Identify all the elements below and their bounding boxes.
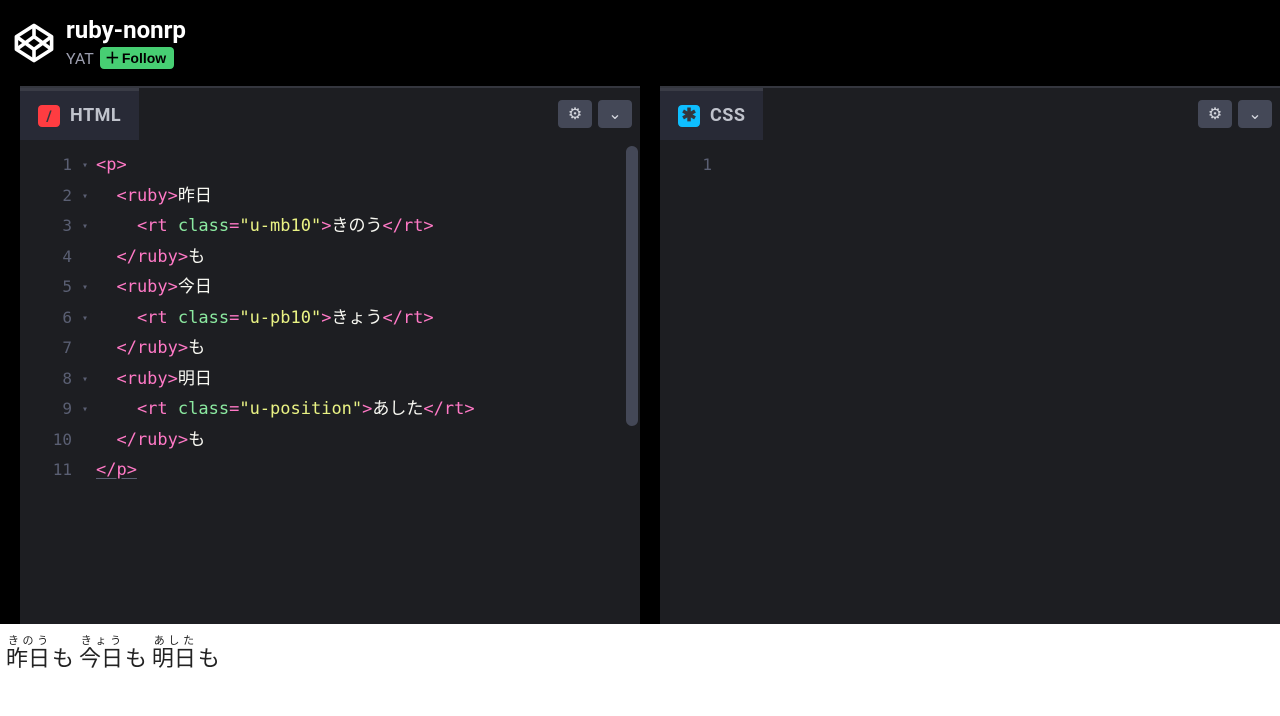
editors-row: / HTML ⚙ ⌄ 1234567891011 <p> <ruby>昨日 <r… xyxy=(0,86,1280,624)
html-editor-header: / HTML ⚙ ⌄ xyxy=(20,88,640,140)
html-gutter: 1234567891011 xyxy=(20,140,80,624)
css-collapse-button[interactable]: ⌄ xyxy=(1238,100,1272,128)
html-code[interactable]: <p> <ruby>昨日 <rt class="u-mb10">きのう</rt>… xyxy=(80,140,640,624)
title-wrap: ruby-nonrp YAT ＋ Follow xyxy=(66,17,186,69)
css-code[interactable] xyxy=(720,140,1280,624)
preview-paragraph: 昨日きのうも 今日きょうも 明日あしたも xyxy=(6,634,1274,673)
follow-button[interactable]: ＋ Follow xyxy=(100,47,174,69)
preview-pane: 昨日きのうも 今日きょうも 明日あしたも xyxy=(0,624,1280,716)
html-editor-controls: ⚙ ⌄ xyxy=(558,100,640,128)
plus-icon: ＋ xyxy=(105,51,120,66)
html-scrollbar[interactable] xyxy=(626,146,638,426)
css-code-body[interactable]: 1 xyxy=(660,140,1280,624)
gear-icon: ⚙ xyxy=(568,104,582,124)
gear-icon: ⚙ xyxy=(1208,104,1222,124)
html-tab-label: HTML xyxy=(70,105,121,126)
css-icon: ✱ xyxy=(678,105,700,127)
html-editor: / HTML ⚙ ⌄ 1234567891011 <p> <ruby>昨日 <r… xyxy=(20,86,640,624)
chevron-down-icon: ⌄ xyxy=(1248,104,1261,124)
html-settings-button[interactable]: ⚙ xyxy=(558,100,592,128)
css-gutter: 1 xyxy=(660,140,720,624)
html-code-body[interactable]: 1234567891011 <p> <ruby>昨日 <rt class="u-… xyxy=(20,140,640,624)
chevron-down-icon: ⌄ xyxy=(608,104,621,124)
header: ruby-nonrp YAT ＋ Follow xyxy=(0,0,1280,86)
html-collapse-button[interactable]: ⌄ xyxy=(598,100,632,128)
css-tab-label: CSS xyxy=(710,105,745,126)
tab-html[interactable]: / HTML xyxy=(20,88,139,140)
pen-title: ruby-nonrp xyxy=(66,17,186,43)
tab-css[interactable]: ✱ CSS xyxy=(660,88,763,140)
codepen-logo[interactable] xyxy=(12,21,56,65)
css-editor-controls: ⚙ ⌄ xyxy=(1198,100,1280,128)
html-icon: / xyxy=(38,105,60,127)
follow-label: Follow xyxy=(122,50,166,66)
css-editor: ✱ CSS ⚙ ⌄ 1 xyxy=(660,86,1280,624)
css-settings-button[interactable]: ⚙ xyxy=(1198,100,1232,128)
author-link[interactable]: YAT xyxy=(66,49,94,68)
author-row: YAT ＋ Follow xyxy=(66,47,186,69)
css-editor-header: ✱ CSS ⚙ ⌄ xyxy=(660,88,1280,140)
